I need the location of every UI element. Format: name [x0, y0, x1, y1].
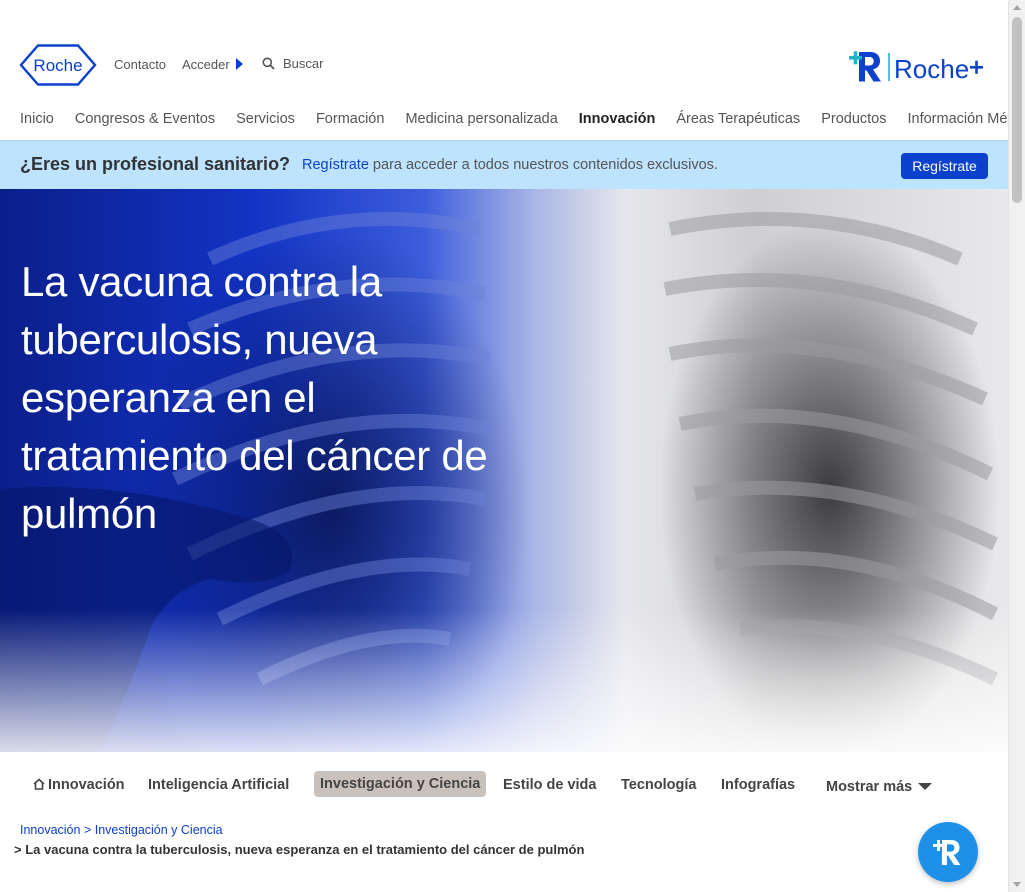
- nav-item-inicio[interactable]: Inicio: [20, 111, 54, 127]
- nav-item-medicina-personalizada[interactable]: Medicina personalizada: [405, 111, 557, 127]
- caret-right-icon: [235, 58, 243, 70]
- subnav-item-investigacion-ciencia[interactable]: Investigación y Ciencia: [314, 771, 487, 797]
- roche-plus-logo[interactable]: Roche: [846, 46, 988, 86]
- subnav-item-tecnologia[interactable]: Tecnología: [621, 777, 696, 793]
- breadcrumb-separator: >: [83, 823, 92, 837]
- banner-description: para acceder a todos nuestros contenidos…: [368, 157, 718, 173]
- nav-item-congresos[interactable]: Congresos & Eventos: [75, 111, 215, 127]
- register-button[interactable]: Regístrate: [901, 153, 988, 179]
- subnav-item-estilo-de-vida[interactable]: Estilo de vida: [503, 777, 596, 793]
- subnav-mostrar-mas[interactable]: Mostrar más: [826, 779, 933, 795]
- scroll-down-arrow-icon[interactable]: [1013, 882, 1021, 887]
- subnav-item-infografias[interactable]: Infografías: [721, 777, 795, 793]
- hero-banner: La vacuna contra la tuberculosis, nueva …: [0, 189, 1008, 752]
- subnav-item-inteligencia-artificial[interactable]: Inteligencia Artificial: [148, 777, 289, 793]
- section-subnav: Innovación Inteligencia Artificial Inves…: [0, 752, 1008, 820]
- contacto-link[interactable]: Contacto: [114, 57, 166, 72]
- banner-register-link[interactable]: Regístrate: [302, 157, 369, 173]
- nav-item-productos[interactable]: Productos: [821, 111, 886, 127]
- roche-plus-r-icon: [933, 840, 961, 865]
- scroll-thumb[interactable]: [1012, 17, 1022, 203]
- banner-question: ¿Eres un profesional sanitario?: [20, 154, 291, 174]
- hero-title: La vacuna contra la tuberculosis, nueva …: [21, 258, 488, 537]
- main-nav: Inicio Congresos & Eventos Servicios For…: [20, 111, 1025, 127]
- roche-plus-fab[interactable]: [918, 822, 978, 882]
- page-scrollbar[interactable]: [1008, 0, 1025, 892]
- breadcrumb-innovacion[interactable]: Innovación: [20, 823, 80, 837]
- breadcrumb: Innovación > Investigación y Ciencia: [20, 823, 223, 837]
- banner-text: Regístrate para acceder a todos nuestros…: [302, 157, 718, 173]
- breadcrumb-investigacion-ciencia[interactable]: Investigación y Ciencia: [95, 823, 223, 837]
- subnav-item-innovacion[interactable]: Innovación: [33, 777, 125, 793]
- nav-item-innovacion[interactable]: Innovación: [579, 111, 656, 127]
- breadcrumb-current-page: > La vacuna contra la tuberculosis, nuev…: [14, 842, 585, 857]
- caret-down-icon: [918, 783, 933, 790]
- acceder-label: Acceder: [182, 57, 230, 72]
- search-box[interactable]: [262, 56, 373, 71]
- roche-plus-r-icon: [849, 51, 881, 82]
- search-icon: [262, 57, 275, 70]
- acceder-link[interactable]: Acceder: [182, 57, 243, 72]
- page: Roche Contacto Acceder Roche: [0, 0, 1025, 892]
- nav-item-formacion[interactable]: Formación: [316, 111, 385, 127]
- home-icon: [33, 778, 45, 790]
- roche-logo[interactable]: Roche: [19, 44, 97, 86]
- mostrar-mas-label: Mostrar más: [826, 779, 913, 795]
- plus-icon: [970, 60, 983, 74]
- professional-banner: ¿Eres un profesional sanitario? Regístra…: [0, 140, 1008, 189]
- search-input[interactable]: [283, 56, 373, 71]
- subnav-innovacion-label: Innovación: [48, 777, 125, 793]
- roche-plus-text: Roche: [894, 54, 969, 84]
- nav-item-areas-terapeuticas[interactable]: Áreas Terapéuticas: [676, 111, 800, 127]
- roche-logo-text: Roche: [33, 56, 82, 75]
- scroll-up-arrow-icon[interactable]: [1013, 5, 1021, 10]
- site-header: Roche Contacto Acceder Roche: [0, 0, 1025, 140]
- nav-item-servicios[interactable]: Servicios: [236, 111, 295, 127]
